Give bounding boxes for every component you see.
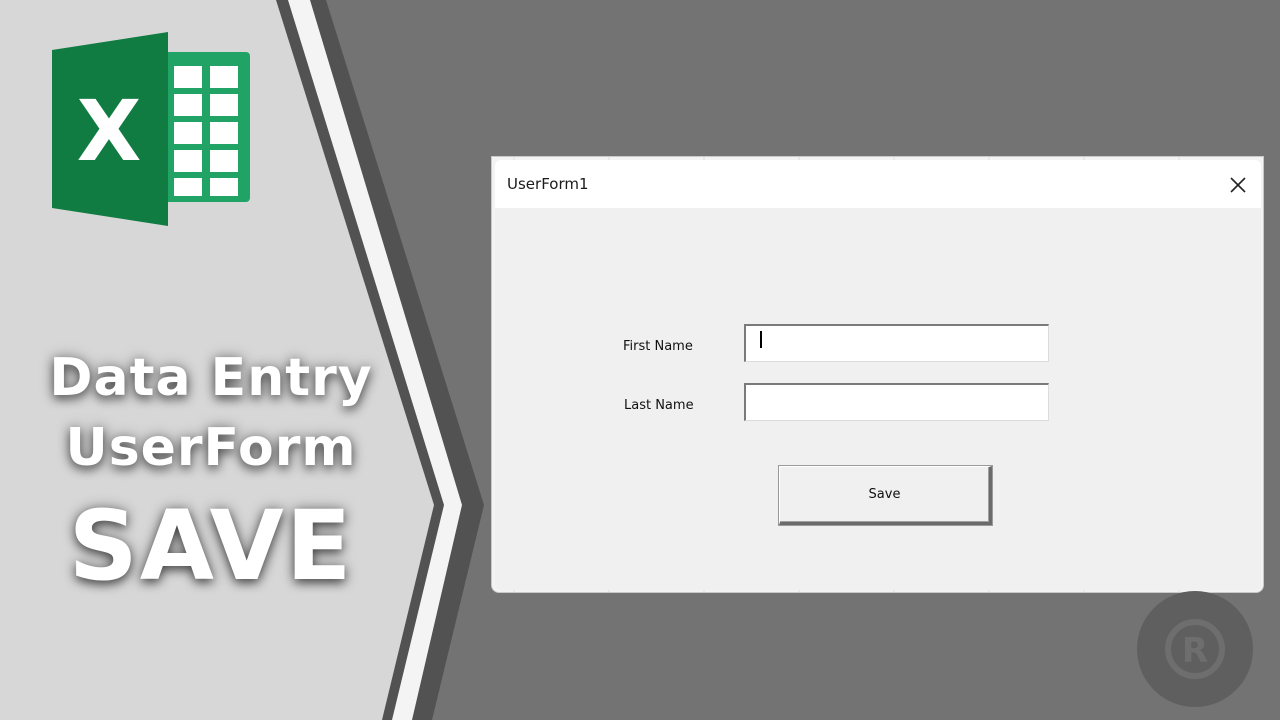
title-bar[interactable]: UserForm1: [495, 160, 1261, 208]
first-name-label: First Name: [623, 339, 693, 354]
save-button[interactable]: Save: [779, 466, 992, 525]
svg-text:R: R: [1182, 631, 1208, 671]
excel-logo-icon: X: [52, 32, 250, 226]
registered-r-icon: R: [1137, 591, 1253, 707]
headline-line-3: SAVE: [68, 490, 354, 602]
userform-dialog: UserForm1 First Name Last Name Save: [491, 156, 1264, 593]
text-cursor: [760, 331, 762, 348]
userform-body: [495, 160, 1261, 590]
last-name-input[interactable]: [744, 383, 1049, 421]
svg-text:X: X: [77, 82, 142, 180]
dialog-title: UserForm1: [507, 175, 589, 193]
headline-line-2: UserForm: [65, 418, 357, 478]
close-icon: [1230, 177, 1246, 193]
headline-line-1: Data Entry: [49, 348, 373, 408]
thumbnail-stage: X Data Entry UserForm SAVE UserForm1 Fir…: [0, 0, 1280, 720]
last-name-label: Last Name: [624, 398, 694, 413]
first-name-input[interactable]: [744, 324, 1049, 362]
close-button[interactable]: [1219, 166, 1257, 202]
